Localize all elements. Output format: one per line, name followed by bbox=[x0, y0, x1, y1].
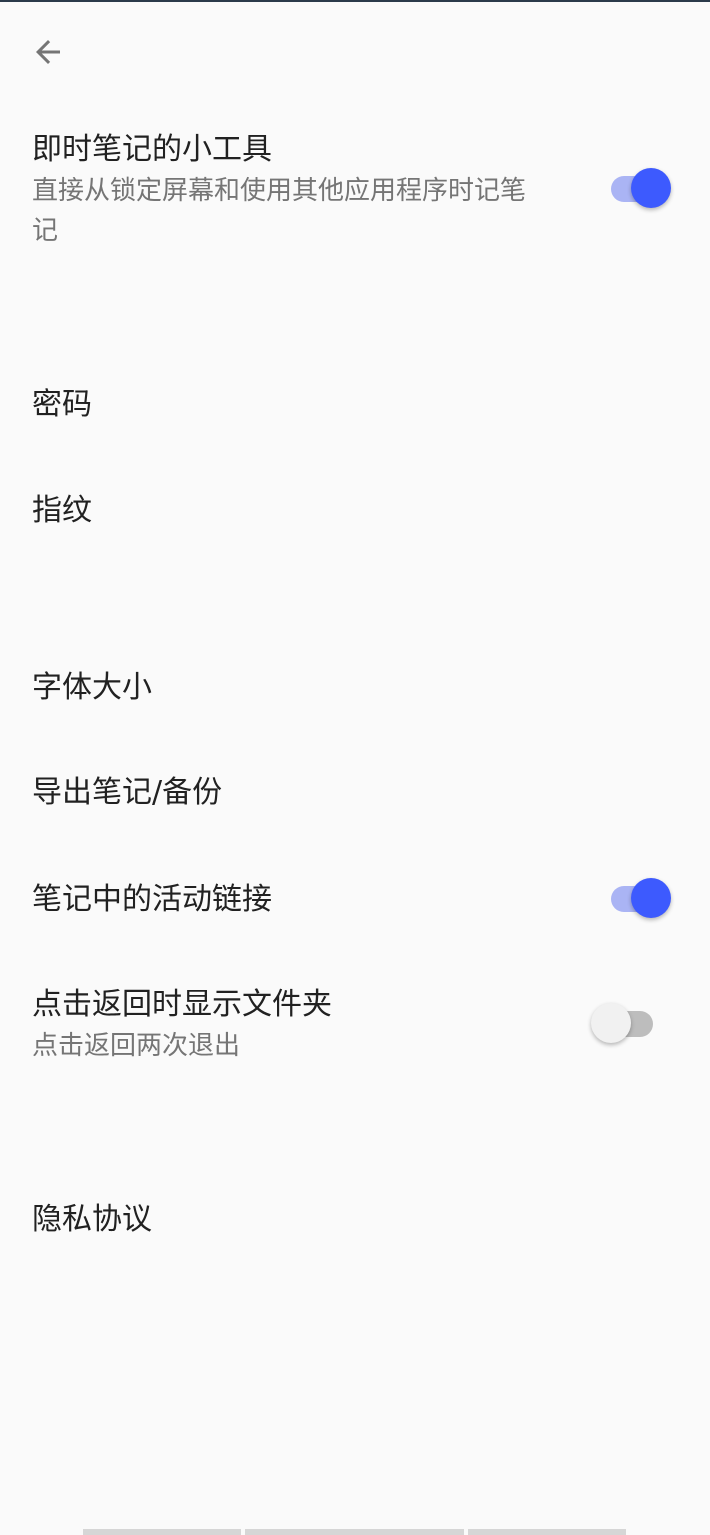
show-folder-setting-title: 点击返回时显示文件夹 bbox=[32, 987, 332, 1022]
arrow-left-icon bbox=[36, 40, 60, 64]
nav-bar-segment-right bbox=[468, 1529, 626, 1535]
password-setting-title: 密码 bbox=[32, 387, 92, 422]
export-setting-title: 导出笔记/备份 bbox=[32, 775, 223, 810]
privacy-setting-title: 隐私协议 bbox=[32, 1202, 152, 1237]
widget-setting-row[interactable]: 即时笔记的小工具 直接从锁定屏幕和使用其他应用程序时记笔记 bbox=[0, 130, 710, 260]
fingerprint-setting-row[interactable]: 指纹 bbox=[0, 466, 710, 556]
widget-setting-title: 即时笔记的小工具 bbox=[32, 132, 272, 167]
widget-toggle[interactable] bbox=[605, 165, 675, 213]
password-setting-row[interactable]: 密码 bbox=[0, 360, 710, 450]
show-folder-setting-subtitle: 点击返回两次退出 bbox=[32, 1031, 241, 1061]
widget-toggle-thumb bbox=[631, 168, 671, 208]
active-links-toggle-thumb bbox=[631, 878, 671, 918]
font-size-setting-title: 字体大小 bbox=[32, 670, 152, 705]
widget-setting-subtitle: 直接从锁定屏幕和使用其他应用程序时记笔记 bbox=[32, 176, 527, 246]
active-links-setting-title: 笔记中的活动链接 bbox=[32, 882, 272, 917]
font-size-setting-row[interactable]: 字体大小 bbox=[0, 641, 710, 731]
show-folder-toggle-thumb bbox=[591, 1003, 631, 1043]
export-setting-row[interactable]: 导出笔记/备份 bbox=[0, 748, 710, 838]
top-status-strip bbox=[0, 0, 710, 2]
show-folder-toggle[interactable] bbox=[591, 1000, 661, 1048]
active-links-setting-row[interactable]: 笔记中的活动链接 bbox=[0, 853, 710, 945]
active-links-toggle[interactable] bbox=[605, 875, 675, 923]
show-folder-setting-row[interactable]: 点击返回时显示文件夹 点击返回两次退出 bbox=[0, 960, 710, 1070]
nav-bar-segment-left bbox=[83, 1529, 241, 1535]
back-button[interactable] bbox=[22, 26, 74, 78]
nav-bar-segment-middle bbox=[245, 1529, 464, 1535]
privacy-setting-row[interactable]: 隐私协议 bbox=[0, 1173, 710, 1263]
fingerprint-setting-title: 指纹 bbox=[32, 493, 92, 528]
